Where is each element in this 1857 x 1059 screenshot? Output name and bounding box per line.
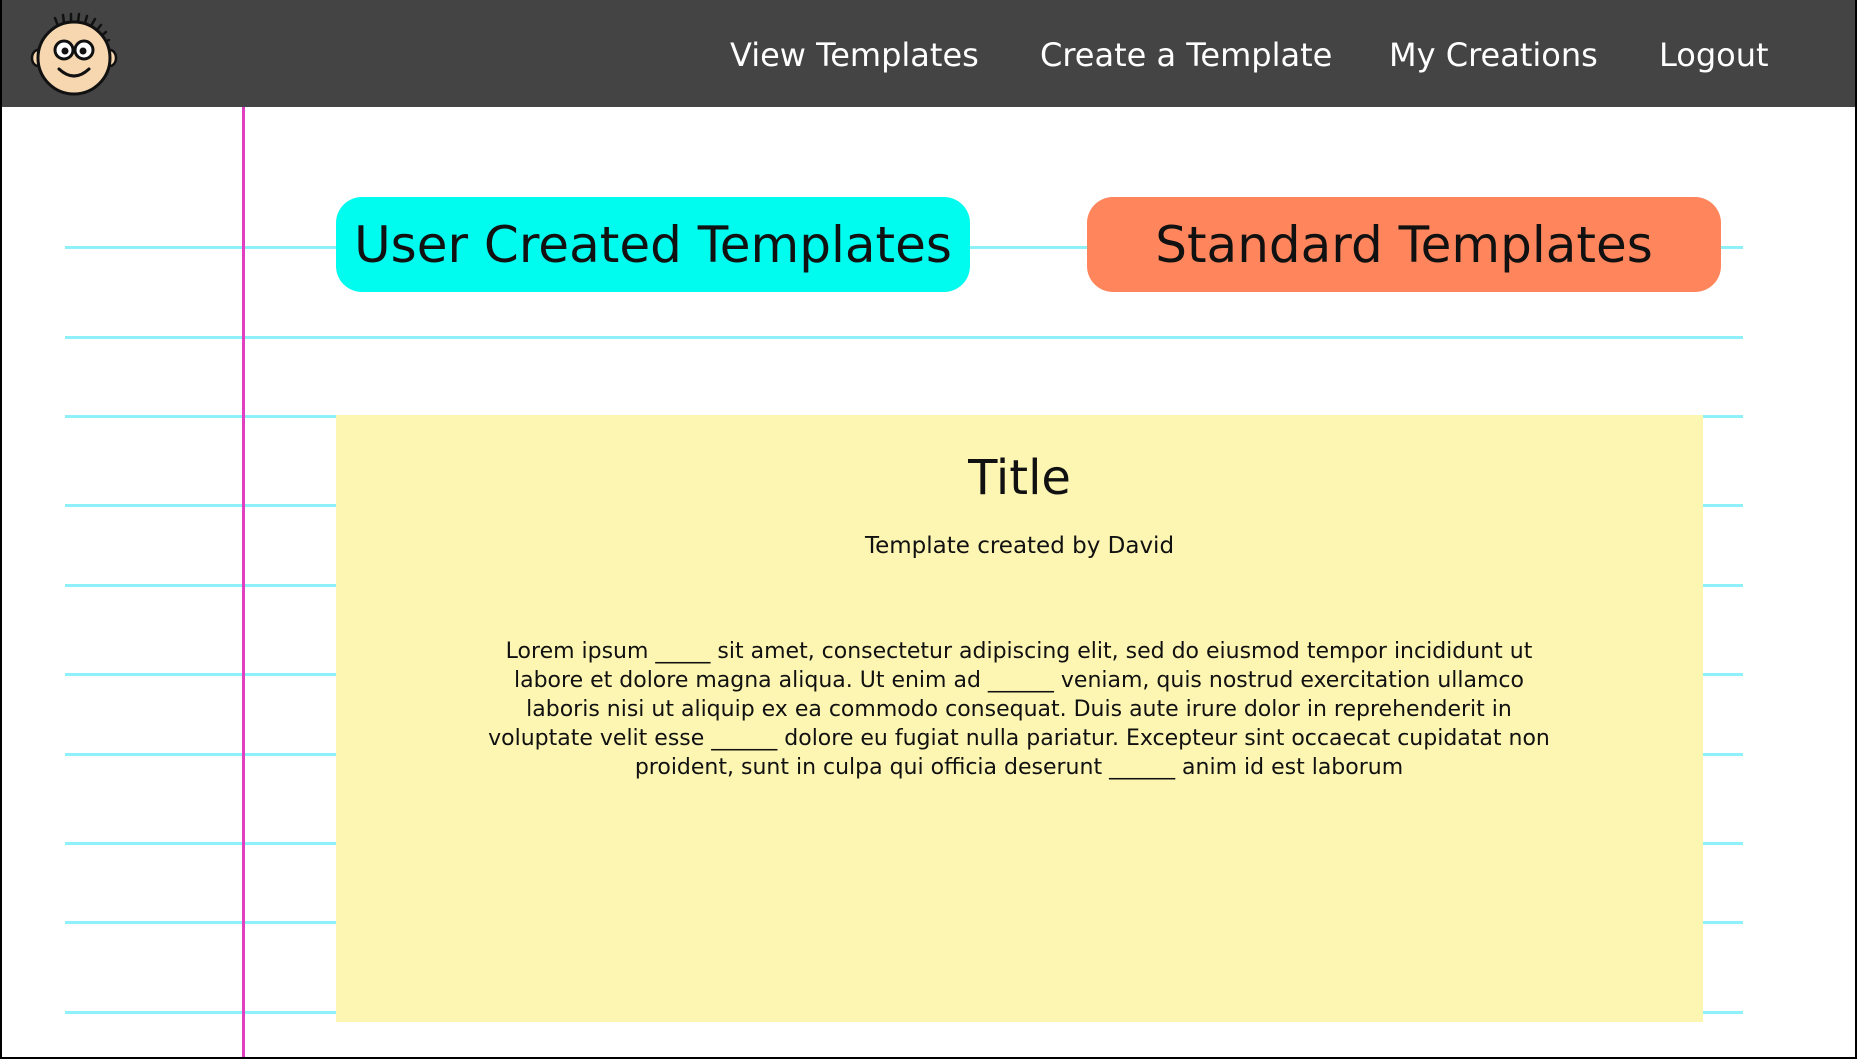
nav-link-my-creations[interactable]: My Creations xyxy=(1389,35,1598,75)
nav-link-logout[interactable]: Logout xyxy=(1659,35,1769,75)
template-author: Template created by David xyxy=(864,533,1175,559)
template-title: Title xyxy=(968,450,1071,506)
page: View Templates Create a Template My Crea… xyxy=(0,0,1857,1059)
navbar: View Templates Create a Template My Crea… xyxy=(2,0,1855,107)
template-body: Lorem ipsum _____ sit amet, consectetur … xyxy=(488,639,1550,780)
ruled-line xyxy=(65,336,1743,339)
margin-line xyxy=(242,107,245,1057)
cartoon-face-icon[interactable] xyxy=(28,12,120,98)
template-card[interactable]: Title Template created by David Lorem ip… xyxy=(336,415,1703,1022)
user-created-templates-button[interactable]: User Created Templates xyxy=(336,197,970,292)
nav-link-view-templates[interactable]: View Templates xyxy=(730,35,979,75)
standard-templates-button[interactable]: Standard Templates xyxy=(1087,197,1721,292)
nav-link-create-template[interactable]: Create a Template xyxy=(1040,35,1332,75)
